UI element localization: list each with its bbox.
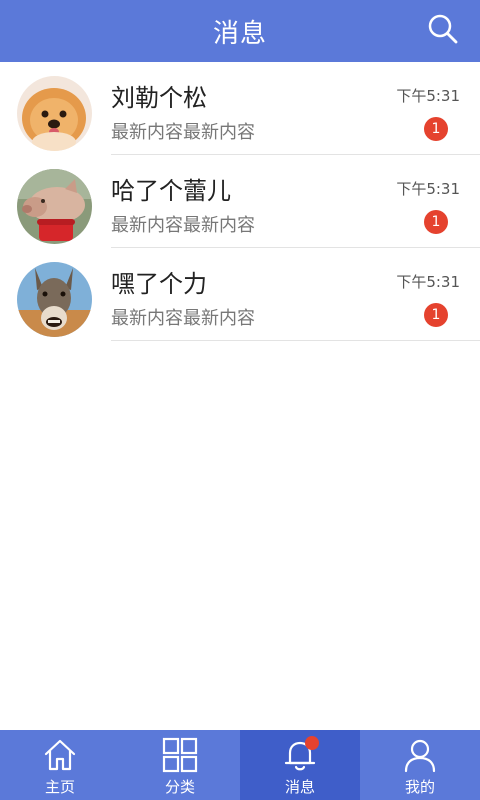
message-preview: 最新内容最新内容 <box>111 215 255 236</box>
tab-home[interactable]: 主页 <box>0 730 120 800</box>
contact-name: 刘勒个松 <box>111 84 207 112</box>
notification-dot <box>305 736 319 750</box>
donkey-avatar <box>17 262 92 337</box>
row-divider <box>111 340 480 341</box>
unread-badge: 1 <box>424 210 448 234</box>
message-time: 下午5:31 <box>396 87 460 105</box>
message-row[interactable]: 嘿了个力 最新内容最新内容 下午5:31 1 <box>0 248 480 341</box>
home-icon <box>41 736 79 774</box>
bottom-tab-bar: 主页 分类 消息 我的 <box>0 730 480 800</box>
tab-profile[interactable]: 我的 <box>360 730 480 800</box>
messages-screen: 消息 刘勒个松 最新内容最新内容 下午5:31 1 哈了个蕾儿 最新内容最新内容… <box>0 0 480 800</box>
bell-icon <box>281 736 319 774</box>
tab-category[interactable]: 分类 <box>120 730 240 800</box>
contact-name: 嘿了个力 <box>111 270 207 298</box>
message-time: 下午5:31 <box>396 273 460 291</box>
tab-label: 我的 <box>404 778 435 796</box>
page-title: 消息 <box>212 18 267 49</box>
tab-messages[interactable]: 消息 <box>240 730 360 800</box>
tab-label: 主页 <box>44 778 75 796</box>
user-icon <box>401 736 439 774</box>
message-row[interactable]: 刘勒个松 最新内容最新内容 下午5:31 1 <box>0 62 480 155</box>
search-icon <box>427 13 459 49</box>
tab-label: 分类 <box>164 778 195 796</box>
tab-label: 消息 <box>284 778 315 796</box>
unread-badge: 1 <box>424 303 448 327</box>
message-preview: 最新内容最新内容 <box>111 308 255 329</box>
message-list: 刘勒个松 最新内容最新内容 下午5:31 1 哈了个蕾儿 最新内容最新内容 下午… <box>0 62 480 341</box>
pig-avatar <box>17 169 92 244</box>
unread-badge: 1 <box>424 117 448 141</box>
contact-name: 哈了个蕾儿 <box>111 177 231 205</box>
grid-icon <box>161 736 199 774</box>
message-row[interactable]: 哈了个蕾儿 最新内容最新内容 下午5:31 1 <box>0 155 480 248</box>
top-bar: 消息 <box>0 0 480 62</box>
search-button[interactable] <box>424 12 462 50</box>
message-preview: 最新内容最新内容 <box>111 122 255 143</box>
pomeranian-dog-avatar <box>17 76 92 151</box>
message-time: 下午5:31 <box>396 180 460 198</box>
